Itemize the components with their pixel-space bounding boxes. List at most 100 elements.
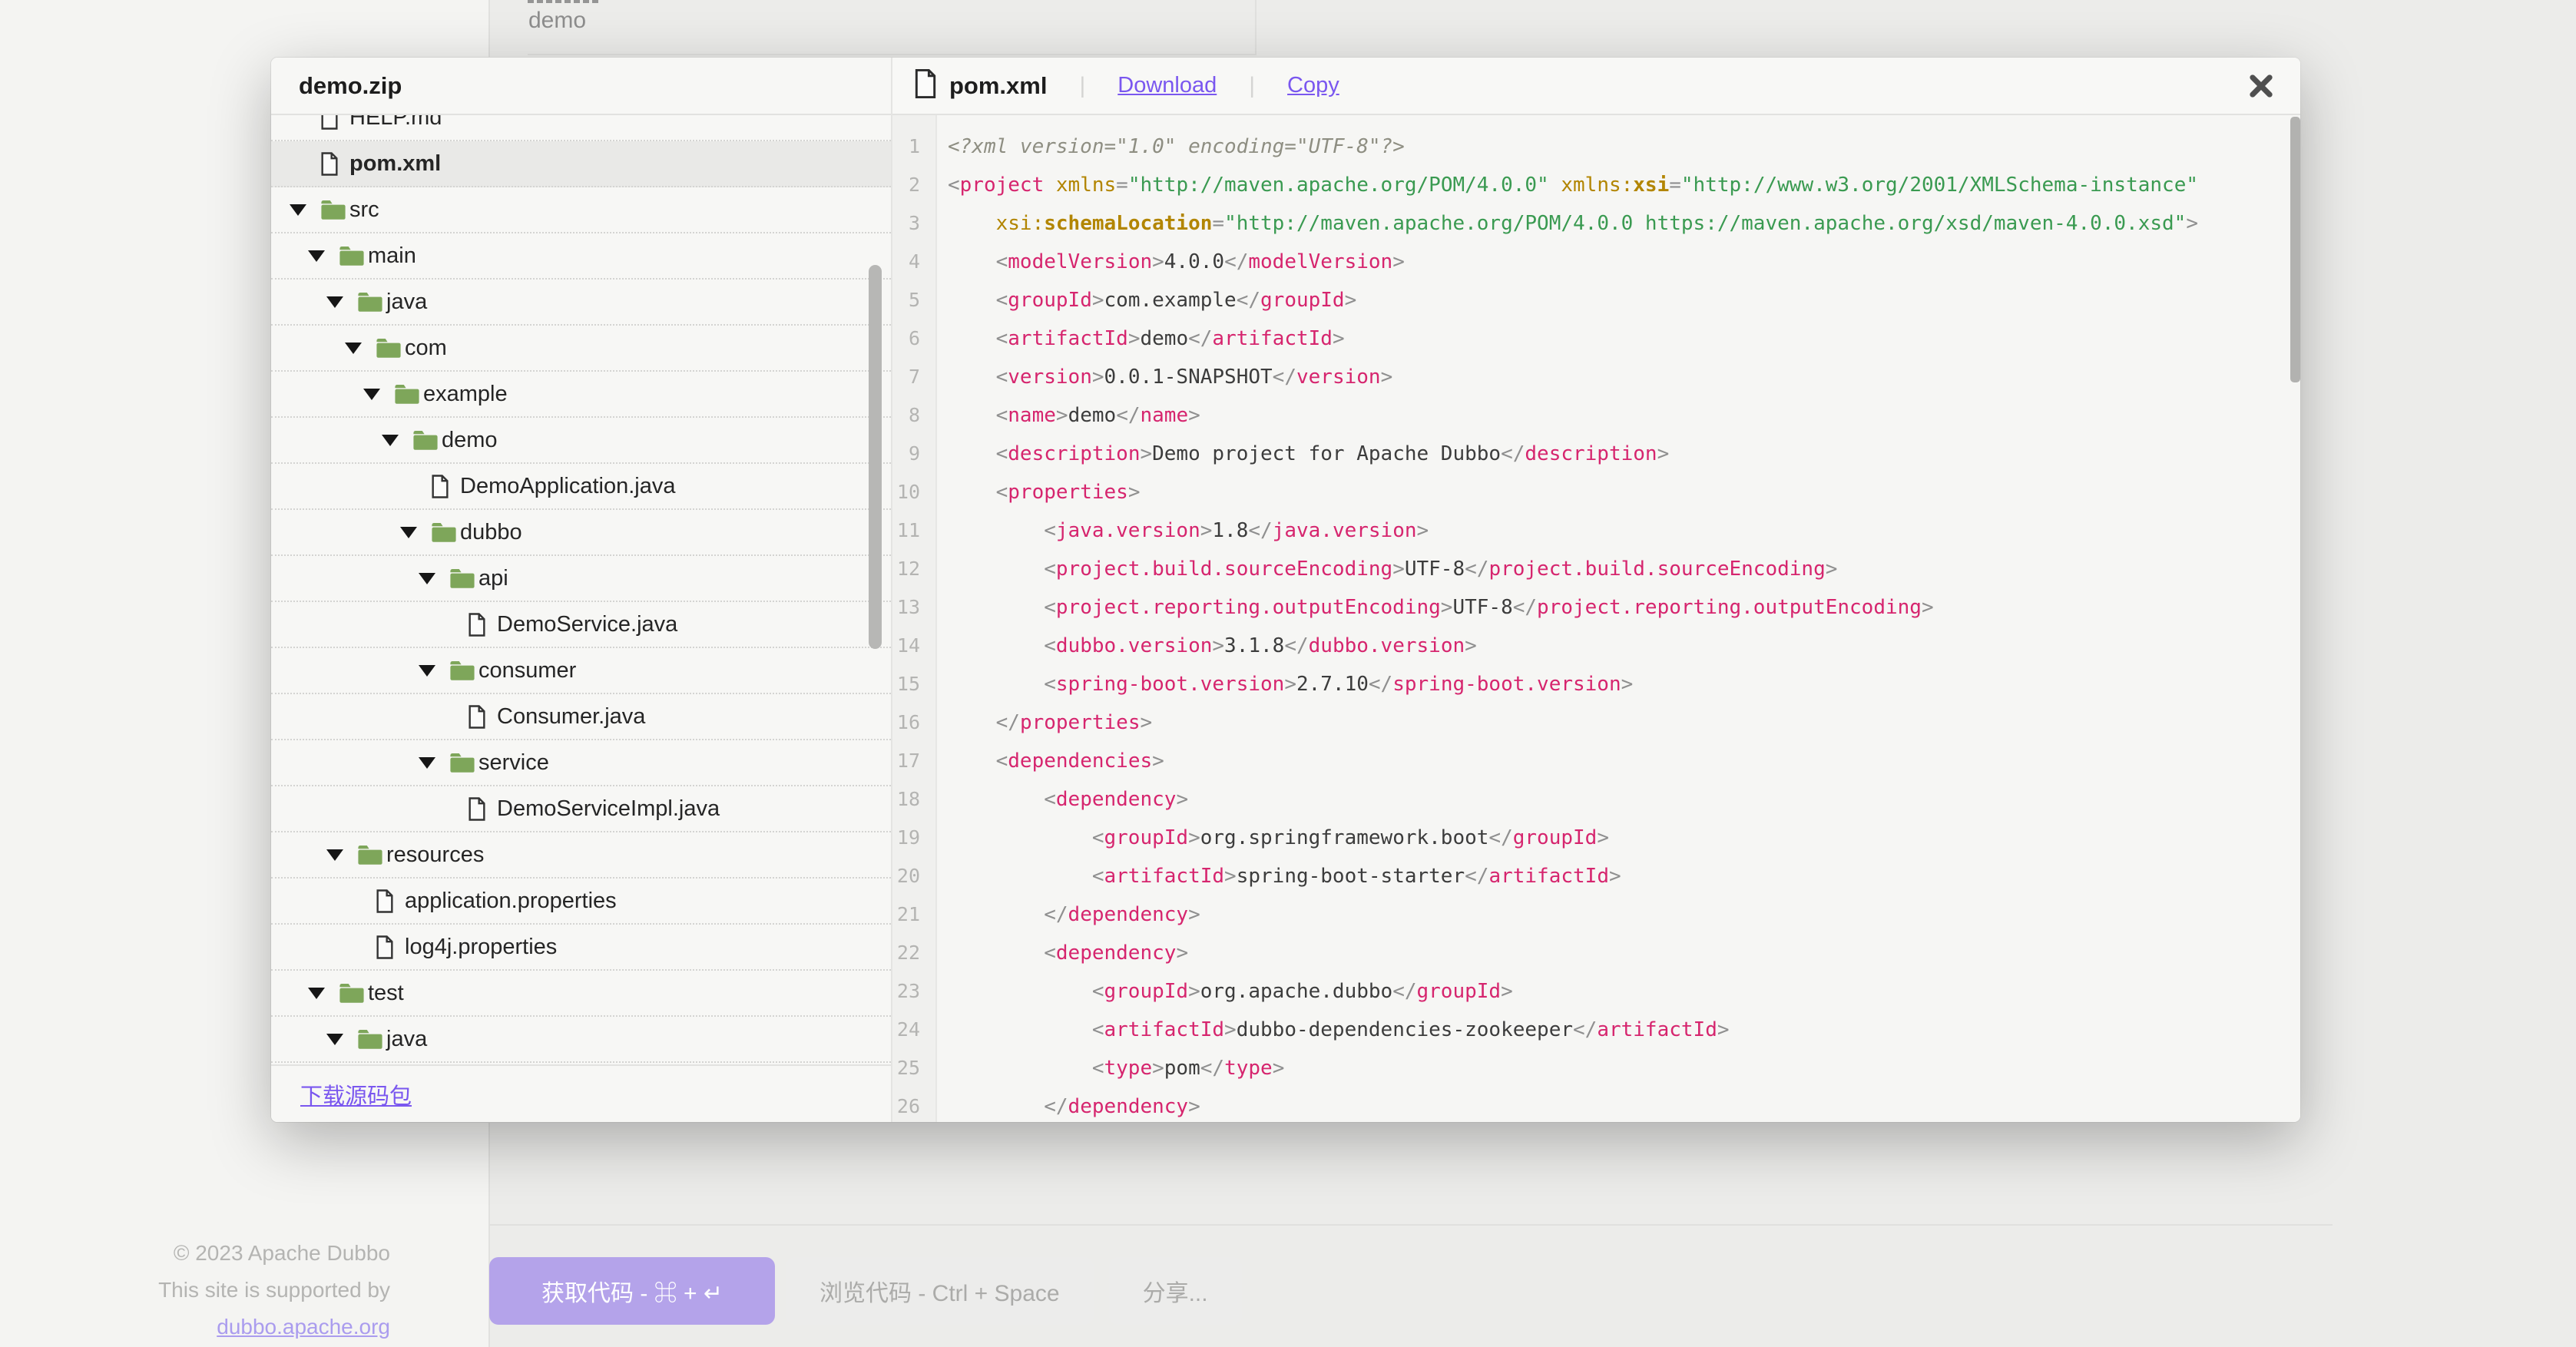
line-number: 21	[892, 895, 937, 934]
tree-item-com[interactable]: com	[271, 326, 891, 372]
download-file-link[interactable]: Download	[1117, 73, 1217, 98]
tree-item-demo[interactable]: demo	[271, 418, 891, 464]
code-line: 21 </dependency>	[892, 895, 2300, 934]
line-number: 5	[892, 281, 937, 319]
line-number: 8	[892, 396, 937, 435]
file-icon	[376, 889, 405, 913]
tree-item-consumer-java[interactable]: Consumer.java	[271, 694, 891, 740]
code-line-content: <groupId>org.springframework.boot</group…	[937, 819, 1609, 857]
copy-file-link[interactable]: Copy	[1287, 73, 1339, 98]
folder-icon	[357, 1028, 386, 1051]
line-number: 16	[892, 703, 937, 742]
code-line-content: <groupId>org.apache.dubbo</groupId>	[937, 972, 1513, 1011]
footer-divider	[489, 1224, 2333, 1226]
tree-item-main[interactable]: main	[271, 233, 891, 280]
code-line: 26 </dependency>	[892, 1087, 2300, 1122]
chevron-down-icon	[308, 250, 339, 262]
tree-item-consumer[interactable]: consumer	[271, 648, 891, 694]
tree-scrollbar-thumb[interactable]	[869, 265, 882, 649]
code-line: 25 <type>pom</type>	[892, 1049, 2300, 1087]
download-source-package-link[interactable]: 下载源码包	[300, 1078, 412, 1110]
file-tree: HELP.mdpom.xmlsrcmainjavacomexampledemoD…	[271, 115, 891, 1063]
tree-item-test[interactable]: test	[271, 971, 891, 1017]
chevron-down-icon	[419, 573, 449, 584]
tree-item-label: HELP.md	[349, 115, 442, 131]
code-viewer: 1<?xml version="1.0" encoding="UTF-8"?> 2…	[892, 115, 2300, 1122]
tree-item-src[interactable]: src	[271, 187, 891, 233]
tree-item-log4j-properties[interactable]: log4j.properties	[271, 925, 891, 971]
browse-code-button[interactable]: 浏览代码 - Ctrl + Space	[786, 1257, 1094, 1325]
share-button[interactable]: 分享...	[1109, 1257, 1242, 1325]
line-number: 14	[892, 627, 937, 665]
action-bar: 获取代码 - ⌘ + ↵ 浏览代码 - Ctrl + Space 分享...	[489, 1257, 1257, 1325]
code-line: 3 xsi:schemaLocation="http://maven.apach…	[892, 204, 2300, 243]
tree-item-pom-xml[interactable]: pom.xml	[271, 141, 891, 187]
code-line-content: <dependency>	[937, 780, 1188, 819]
line-number: 4	[892, 243, 937, 281]
tree-item-label: main	[368, 243, 416, 269]
tree-item-label: application.properties	[405, 889, 617, 914]
zip-title: demo.zip	[271, 58, 891, 115]
folder-icon	[412, 429, 442, 452]
code-line: 13 <project.reporting.outputEncoding>UTF…	[892, 588, 2300, 627]
copyright-text: © 2023 Apache Dubbo	[92, 1235, 390, 1272]
line-number: 19	[892, 819, 937, 857]
code-scrollbar-thumb[interactable]	[2290, 117, 2300, 382]
tree-item-label: service	[478, 750, 549, 776]
tree-item-java[interactable]: java	[271, 1017, 891, 1063]
tree-item-resources[interactable]: resources	[271, 832, 891, 879]
folder-icon	[431, 521, 460, 544]
chevron-down-icon	[419, 757, 449, 769]
file-icon	[468, 797, 497, 821]
tree-item-example[interactable]: example	[271, 372, 891, 418]
get-code-button[interactable]: 获取代码 - ⌘ + ↵	[489, 1257, 775, 1325]
line-number: 25	[892, 1049, 937, 1087]
tree-item-application-properties[interactable]: application.properties	[271, 879, 891, 925]
line-number: 13	[892, 588, 937, 627]
chevron-down-icon	[363, 389, 394, 400]
tree-item-demoserviceimpl-java[interactable]: DemoServiceImpl.java	[271, 786, 891, 832]
code-line: 6 <artifactId>demo</artifactId>	[892, 319, 2300, 358]
line-number: 10	[892, 473, 937, 511]
line-number: 6	[892, 319, 937, 358]
tree-item-demoapplication-java[interactable]: DemoApplication.java	[271, 464, 891, 510]
tree-item-label: java	[386, 1027, 427, 1052]
code-line: 18 <dependency>	[892, 780, 2300, 819]
code-line-content: </dependency>	[937, 895, 1200, 934]
line-number: 1	[892, 127, 937, 166]
tree-item-help-md[interactable]: HELP.md	[271, 115, 891, 141]
file-icon	[320, 152, 349, 176]
folder-icon	[449, 659, 478, 682]
zip-preview-modal: demo.zip HELP.mdpom.xmlsrcmainjavacomexa…	[271, 58, 2300, 1122]
tree-item-dubbo[interactable]: dubbo	[271, 510, 891, 556]
code-line-content: <?xml version="1.0" encoding="UTF-8"?>	[937, 127, 1405, 166]
line-number: 26	[892, 1087, 937, 1122]
code-line-content: <version>0.0.1-SNAPSHOT</version>	[937, 358, 1392, 396]
code-line-content: <dependency>	[937, 934, 1188, 972]
form-field-dashed-edge	[528, 0, 598, 3]
code-line: 12 <project.build.sourceEncoding>UTF-8</…	[892, 550, 2300, 588]
code-line-content: <artifactId>spring-boot-starter</artifac…	[937, 857, 1621, 895]
header-separator: |	[1079, 73, 1085, 99]
header-separator: |	[1249, 73, 1255, 99]
code-line: 24 <artifactId>dubbo-dependencies-zookee…	[892, 1011, 2300, 1049]
close-icon	[2247, 71, 2276, 104]
code-line: 9 <description>Demo project for Apache D…	[892, 435, 2300, 473]
tree-item-label: dubbo	[460, 520, 522, 545]
close-modal-button[interactable]	[2242, 68, 2280, 107]
dubbo-apache-org-link[interactable]: dubbo.apache.org	[217, 1315, 390, 1339]
line-number: 3	[892, 204, 937, 243]
line-number: 17	[892, 742, 937, 780]
tree-item-java[interactable]: java	[271, 280, 891, 326]
tree-item-service[interactable]: service	[271, 740, 891, 786]
chevron-down-icon	[419, 665, 449, 677]
artifact-name-value: demo	[528, 8, 586, 34]
line-number: 22	[892, 934, 937, 972]
code-line: 4 <modelVersion>4.0.0</modelVersion>	[892, 243, 2300, 281]
tree-item-api[interactable]: api	[271, 556, 891, 602]
tree-item-demoservice-java[interactable]: DemoService.java	[271, 602, 891, 648]
file-icon	[468, 613, 497, 637]
line-number: 15	[892, 665, 937, 703]
code-line-content: <modelVersion>4.0.0</modelVersion>	[937, 243, 1405, 281]
folder-icon	[394, 382, 423, 405]
